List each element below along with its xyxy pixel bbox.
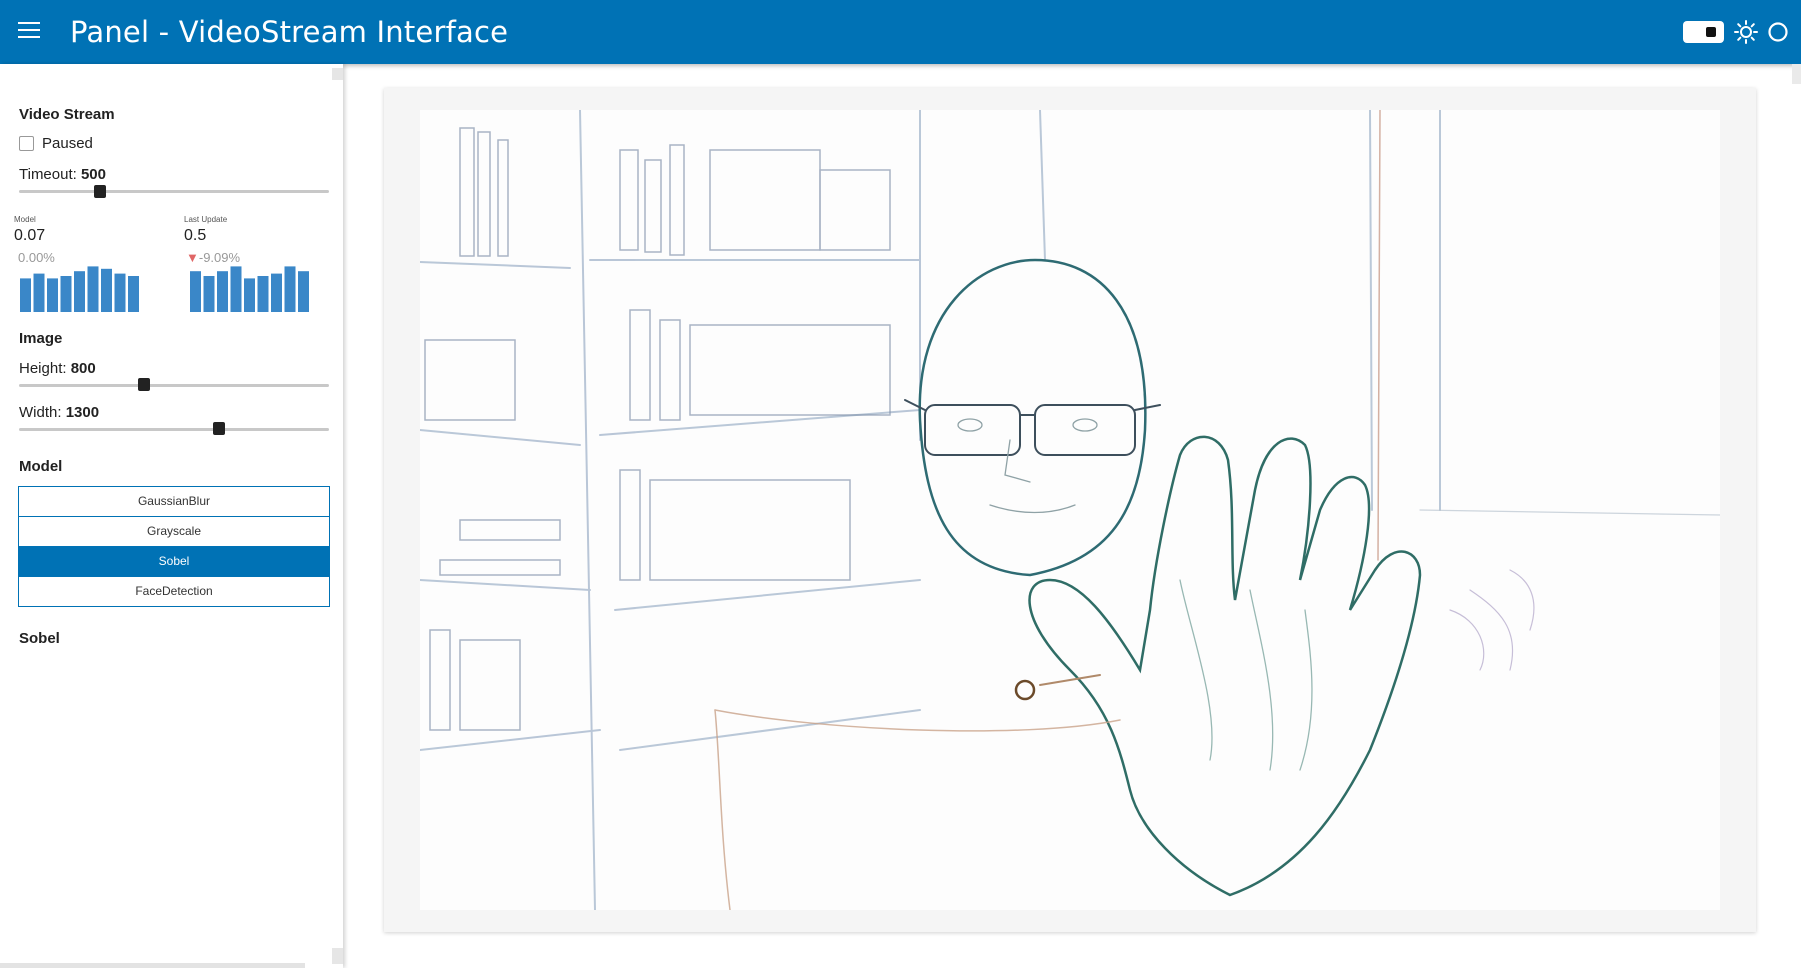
paused-checkbox-row[interactable]: Paused (19, 133, 93, 153)
model-option-sobel[interactable]: Sobel (19, 547, 329, 577)
model-option-facedetection[interactable]: FaceDetection (19, 577, 329, 606)
sobel-edge-image (420, 110, 1720, 910)
spark-bar (33, 273, 45, 312)
width-slider-handle[interactable] (212, 422, 225, 435)
last-update-sparkline (190, 266, 309, 312)
main-scrollbar[interactable] (1792, 64, 1801, 84)
spark-bar (20, 278, 31, 312)
height-slider-handle[interactable] (138, 378, 151, 391)
spark-bar (101, 268, 112, 312)
indicator-title: Model (14, 215, 36, 224)
width-value: 1300 (65, 404, 100, 421)
timeout-value: 500 (80, 166, 106, 183)
menu-icon[interactable] (18, 22, 40, 40)
width-slider-track[interactable] (19, 428, 329, 431)
sidebar-horizontal-scrollbar[interactable] (0, 963, 305, 968)
paused-checkbox[interactable] (19, 135, 34, 151)
paused-label: Paused (42, 134, 93, 152)
spark-bar (190, 271, 201, 312)
model-option-grayscale[interactable]: Grayscale (19, 517, 329, 547)
model-option-gaussianblur[interactable]: GaussianBlur (19, 487, 329, 517)
theme-toggle[interactable] (1683, 21, 1724, 43)
model-sparkline (20, 266, 139, 312)
spark-bar (298, 271, 309, 312)
spark-bar (257, 276, 269, 312)
sun-icon[interactable] (1734, 20, 1758, 44)
indicator-title: Last Update (184, 215, 228, 224)
timeout-slider-handle[interactable] (93, 185, 106, 198)
spark-bar (217, 271, 228, 312)
indicator-value: 0.5 (184, 227, 207, 244)
timeout-label: Timeout: 500 (19, 166, 106, 183)
spark-bar (47, 278, 58, 312)
timeout-slider-track[interactable] (19, 190, 329, 193)
down-arrow-icon: ▼ (186, 250, 199, 265)
sidebar-scrollbar-top[interactable] (332, 68, 343, 80)
sidebar-scrollbar-bottom[interactable] (332, 948, 343, 964)
image-heading: Image (19, 330, 63, 347)
spark-bar (60, 276, 72, 312)
indicator-delta: ▼-9.09% (186, 250, 241, 265)
model-name-heading: Sobel (19, 630, 60, 647)
spark-bar (114, 273, 126, 312)
circle-icon[interactable] (1767, 21, 1789, 43)
spark-bar (74, 271, 85, 312)
video-frame (420, 110, 1720, 910)
app-header: Panel - VideoStream Interface (0, 0, 1801, 64)
spark-bar (271, 273, 282, 312)
spark-bar (128, 276, 139, 312)
model-heading: Model (19, 458, 63, 475)
spark-bar (244, 278, 255, 312)
model-radio-group: GaussianBlur Grayscale Sobel FaceDetecti… (18, 486, 330, 607)
indicator-value: 0.07 (14, 227, 46, 244)
spark-bar (87, 266, 99, 312)
height-label: Height: 800 (19, 360, 96, 377)
spark-bar (230, 266, 242, 312)
spark-bar (203, 276, 215, 312)
height-value: 800 (70, 360, 96, 377)
width-label: Width: 1300 (19, 404, 100, 421)
height-slider-track[interactable] (19, 384, 329, 387)
indicator-delta: 0.00% (18, 250, 55, 265)
app-title: Panel - VideoStream Interface (70, 15, 509, 49)
video-stream-heading: Video Stream (19, 106, 115, 123)
spark-bar (284, 266, 296, 312)
